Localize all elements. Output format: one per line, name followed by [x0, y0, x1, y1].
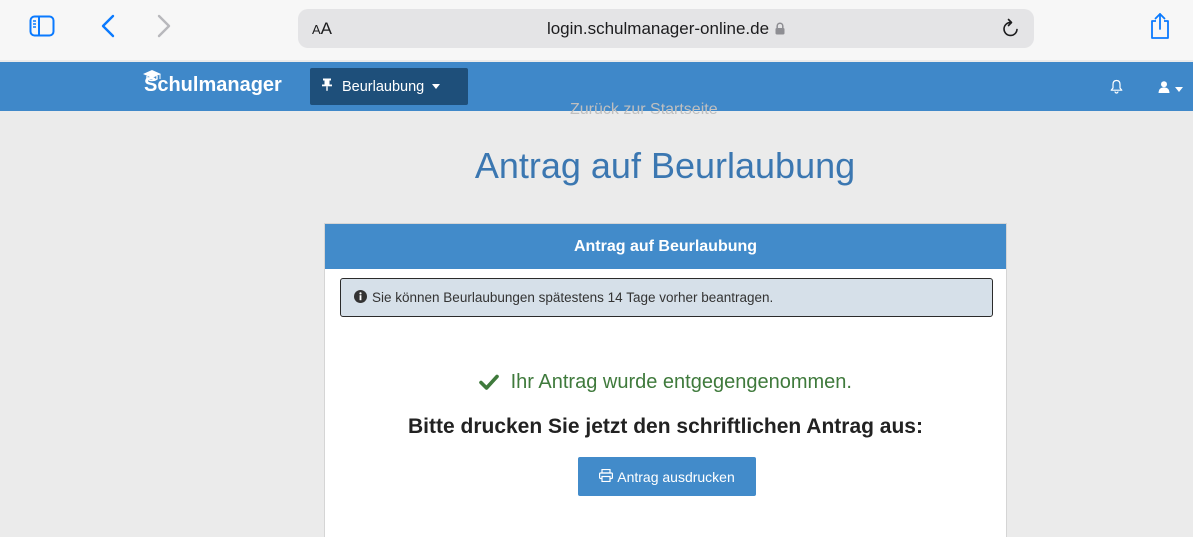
success-text: Ihr Antrag wurde entgegengenommen.: [510, 371, 852, 393]
info-circle-icon: [354, 289, 367, 306]
forward-arrow-icon[interactable]: [150, 12, 178, 40]
dropdown-label: Beurlaubung: [342, 78, 425, 95]
reload-icon[interactable]: [1002, 18, 1020, 43]
panel-header: Antrag auf Beurlaubung: [325, 224, 1006, 269]
pin-icon: [322, 78, 332, 95]
info-message: Sie können Beurlaubungen spätestens 14 T…: [372, 290, 774, 305]
user-caret-icon: [1175, 86, 1183, 92]
caret-down-icon: [432, 84, 441, 89]
bell-icon[interactable]: [1110, 79, 1123, 99]
tab-strip: [0, 56, 1193, 69]
request-panel: Antrag auf Beurlaubung Sie können Beurla…: [324, 223, 1007, 537]
success-message: Ihr Antrag wurde entgegengenommen.: [325, 371, 1006, 396]
address-bar[interactable]: AA login.schulmanager-online.de: [298, 9, 1034, 48]
url-display: login.schulmanager-online.de: [298, 19, 1034, 40]
share-icon[interactable]: [1146, 12, 1174, 40]
url-text: login.schulmanager-online.de: [546, 19, 770, 38]
browser-toolbar: AA login.schulmanager-online.de: [0, 0, 1193, 69]
back-arrow-icon[interactable]: [94, 12, 122, 40]
info-alert: Sie können Beurlaubungen spätestens 14 T…: [340, 278, 993, 317]
page-title: Antrag auf Beurlaubung: [474, 145, 856, 186]
beurlaubung-dropdown[interactable]: Beurlaubung: [310, 68, 468, 105]
checkmark-icon: [479, 373, 505, 395]
brand-name: Schulmanager: [144, 74, 282, 96]
print-button-label: Antrag ausdrucken: [617, 468, 735, 485]
user-menu[interactable]: [1158, 80, 1183, 98]
sidebar-icon[interactable]: [28, 12, 56, 40]
brand-logo[interactable]: Schulmanager: [143, 70, 282, 97]
print-instruction: Bitte drucken Sie jetzt den schriftliche…: [408, 415, 923, 438]
lock-icon: [775, 20, 785, 40]
graduation-cap-icon: [142, 66, 162, 89]
user-icon: [1158, 80, 1170, 98]
back-to-home-link[interactable]: Zurück zur Startseite: [570, 101, 718, 119]
printer-icon: [599, 468, 614, 485]
print-button[interactable]: Antrag ausdrucken: [578, 457, 756, 496]
